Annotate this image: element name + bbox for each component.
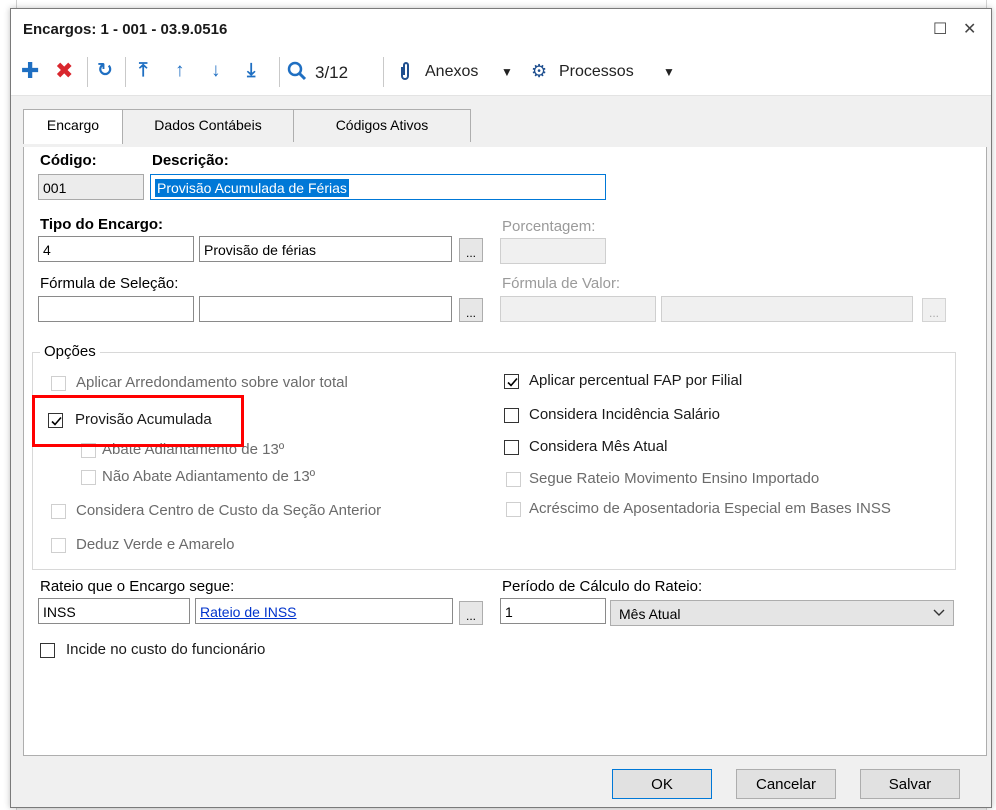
porcentagem-field[interactable]	[500, 238, 606, 264]
toolbar-separator	[383, 57, 384, 87]
chevron-down-icon	[933, 601, 945, 633]
descricao-selected-text: Provisão Acumulada de Férias	[155, 179, 349, 197]
title-bar: Encargos: 1 - 001 - 03.9.0516 ☐ ✕	[11, 9, 991, 49]
next-record-icon[interactable]: ↓	[211, 61, 221, 81]
tipo-encargo-lookup-button[interactable]: ...	[459, 238, 483, 262]
chevron-down-icon[interactable]: ▼	[663, 65, 675, 79]
porcentagem-label: Porcentagem:	[502, 218, 596, 235]
tipo-encargo-label: Tipo do Encargo:	[40, 216, 164, 233]
fap-filial-label: Aplicar percentual FAP por Filial	[529, 372, 743, 389]
periodo-select-value: Mês Atual	[619, 606, 681, 622]
tipo-encargo-code-field[interactable]: 4	[38, 236, 194, 262]
plus-icon[interactable]: ✚	[21, 60, 39, 82]
formula-selecao-label: Fórmula de Seleção:	[40, 275, 179, 292]
aposentadoria-especial-checkbox[interactable]	[506, 502, 521, 517]
mes-atual-label: Considera Mês Atual	[529, 438, 668, 455]
toolbar-separator	[125, 57, 126, 87]
arredondamento-checkbox[interactable]	[51, 376, 66, 391]
descricao-label: Descrição:	[152, 152, 229, 169]
checkmark-icon	[507, 377, 518, 387]
salvar-button[interactable]: Salvar	[860, 769, 960, 799]
close-icon[interactable]: ✕	[963, 19, 976, 39]
rateio-lookup-button[interactable]: ...	[459, 601, 483, 625]
formula-valor-label: Fórmula de Valor:	[502, 275, 621, 292]
arredondamento-label: Aplicar Arredondamento sobre valor total	[76, 374, 348, 391]
first-record-icon[interactable]: ⤒	[139, 61, 147, 81]
formula-valor-code-field[interactable]	[500, 296, 656, 322]
tipo-encargo-desc-field[interactable]: Provisão de férias	[199, 236, 452, 262]
rateio-desc-link[interactable]: Rateio de INSS	[200, 604, 297, 620]
red-highlight-box	[32, 395, 244, 447]
periodo-label: Período de Cálculo do Rateio:	[502, 578, 703, 595]
formula-selecao-desc-field[interactable]	[199, 296, 452, 322]
rateio-code-field[interactable]: INSS	[38, 598, 190, 624]
codigo-label: Código:	[40, 152, 97, 169]
record-position: 3/12	[315, 63, 349, 82]
fap-filial-checkbox[interactable]	[504, 374, 519, 389]
formula-selecao-code-field[interactable]	[38, 296, 194, 322]
rateio-desc-field[interactable]: Rateio de INSS	[195, 598, 453, 624]
incide-custo-checkbox[interactable]	[40, 643, 55, 658]
nao-abate-adiantamento-checkbox[interactable]	[81, 470, 96, 485]
ok-button[interactable]: OK	[612, 769, 712, 799]
toolbar-separator	[279, 57, 280, 87]
toolbar-separator	[87, 57, 88, 87]
refresh-icon[interactable]: ↻	[97, 61, 113, 81]
rateio-label: Rateio que o Encargo segue:	[40, 578, 235, 595]
restore-icon[interactable]: ☐	[933, 19, 947, 39]
cancelar-button[interactable]: Cancelar	[736, 769, 836, 799]
centro-custo-label: Considera Centro de Custo da Seção Anter…	[76, 502, 382, 519]
formula-valor-lookup-button[interactable]: ...	[922, 298, 946, 322]
chevron-down-icon[interactable]: ▼	[501, 65, 513, 79]
paperclip-icon[interactable]	[399, 61, 411, 86]
tab-dados-contabeis[interactable]: Dados Contábeis	[121, 109, 295, 142]
codigo-field[interactable]: 001	[38, 174, 144, 200]
tab-codigos-ativos[interactable]: Códigos Ativos	[293, 109, 471, 142]
last-record-icon[interactable]: ⤓	[247, 61, 255, 81]
incidencia-salario-label: Considera Incidência Salário	[529, 406, 720, 423]
aposentadoria-especial-label: Acréscimo de Aposentadoria Especial em B…	[529, 500, 891, 517]
descricao-field[interactable]: Provisão Acumulada de Férias	[150, 174, 606, 200]
search-icon[interactable]	[287, 61, 307, 86]
nao-abate-adiantamento-label: Não Abate Adiantamento de 13º	[102, 468, 316, 485]
verde-amarelo-checkbox[interactable]	[51, 538, 66, 553]
centro-custo-checkbox[interactable]	[51, 504, 66, 519]
formula-selecao-lookup-button[interactable]: ...	[459, 298, 483, 322]
incidencia-salario-checkbox[interactable]	[504, 408, 519, 423]
delete-x-icon[interactable]: ✖	[55, 60, 73, 82]
formula-valor-desc-field[interactable]	[661, 296, 913, 322]
rateio-ensino-checkbox[interactable]	[506, 472, 521, 487]
rateio-ensino-label: Segue Rateio Movimento Ensino Importado	[529, 470, 820, 487]
toolbar: ✚ ✖ ↻ ⤒ ↑ ↓ ⤓ 3/12 Anexos ▼ ⚙ Processos …	[11, 49, 991, 96]
periodo-field[interactable]: 1	[500, 598, 606, 624]
periodo-select[interactable]: Mês Atual	[610, 600, 954, 626]
processos-menu[interactable]: Processos	[559, 63, 634, 81]
gear-icon[interactable]: ⚙	[531, 61, 547, 81]
anexos-menu[interactable]: Anexos	[425, 63, 478, 81]
mes-atual-checkbox[interactable]	[504, 440, 519, 455]
tab-encargo[interactable]: Encargo	[23, 109, 123, 144]
opcoes-title: Opções	[40, 343, 100, 360]
dialog-title: Encargos: 1 - 001 - 03.9.0516	[23, 21, 228, 38]
verde-amarelo-label: Deduz Verde e Amarelo	[76, 536, 235, 553]
incide-custo-label: Incide no custo do funcionário	[66, 641, 266, 658]
previous-record-icon[interactable]: ↑	[175, 61, 185, 81]
